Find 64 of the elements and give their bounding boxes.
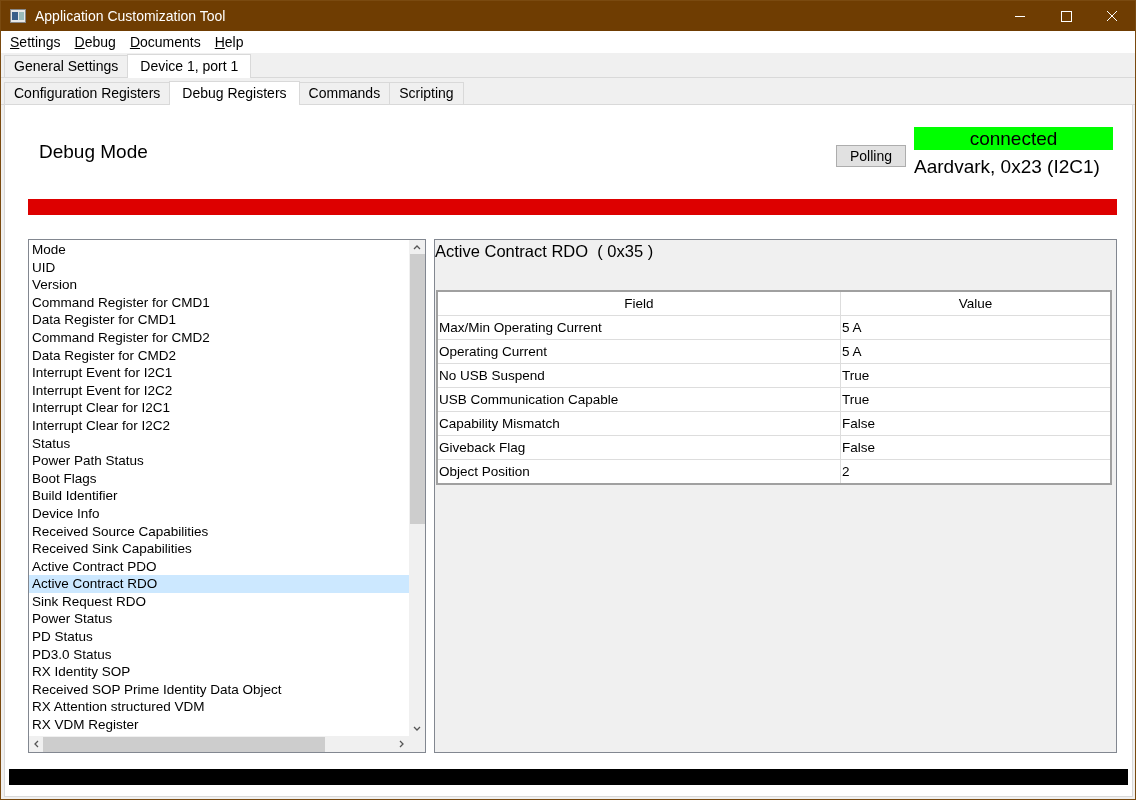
table-cell: 2 <box>840 459 1111 484</box>
list-item[interactable]: Interrupt Event for I2C2 <box>29 381 409 400</box>
list-item[interactable]: PD3.0 Status <box>29 645 409 664</box>
tab[interactable]: Debug Registers <box>169 81 300 105</box>
list-item[interactable]: Command Register for CMD1 <box>29 293 409 312</box>
list-item[interactable]: Interrupt Clear for I2C1 <box>29 399 409 417</box>
app-icon <box>10 9 26 23</box>
list-item[interactable]: UID <box>29 258 409 277</box>
list-item[interactable]: Active Contract PDO <box>29 557 409 576</box>
list-item[interactable]: Boot Flags <box>29 469 409 488</box>
table-cell: Max/Min Operating Current <box>437 315 841 340</box>
list-item[interactable]: Power Status <box>29 610 409 629</box>
list-item[interactable]: Status <box>29 434 409 453</box>
device-label: Aardvark, 0x23 (I2C1) <box>914 155 1101 178</box>
list-item[interactable]: RX VDM Register <box>29 716 409 734</box>
tab[interactable]: Scripting <box>389 82 464 104</box>
menu-item[interactable]: Settings <box>3 34 68 50</box>
list-item[interactable]: RX Attention structured VDM <box>29 698 409 717</box>
register-title: Active Contract RDO ( 0x35 ) <box>435 241 655 262</box>
scroll-thumb[interactable] <box>410 254 425 524</box>
table-cell: 5 A <box>840 339 1111 364</box>
column-header: Field <box>437 291 841 316</box>
menu-item[interactable]: Help <box>207 34 251 50</box>
table-cell: Giveback Flag <box>437 435 841 460</box>
horizontal-scrollbar[interactable] <box>29 736 425 752</box>
tab[interactable]: Configuration Registers <box>4 82 171 104</box>
mode-title: Debug Mode <box>39 141 149 163</box>
window-title: Application Customization Tool <box>35 8 227 24</box>
list-item[interactable]: Received SOP Prime Identity Data Object <box>29 680 409 699</box>
table-cell: True <box>840 363 1111 388</box>
polling-button[interactable]: Polling <box>835 145 906 167</box>
list-item[interactable]: Active Contract RDO <box>29 575 409 593</box>
list-item[interactable]: Build Identifier <box>29 487 409 505</box>
tab[interactable]: Device 1, port 1 <box>127 54 252 78</box>
connection-status: connected <box>914 126 1113 150</box>
list-item[interactable]: Data Register for CMD1 <box>29 311 409 329</box>
list-item[interactable]: Version <box>29 276 409 294</box>
list-item[interactable]: Data Register for CMD2 <box>29 346 409 365</box>
list-item[interactable]: Mode <box>29 241 409 259</box>
table-cell: Capability Mismatch <box>437 411 841 436</box>
list-item[interactable]: RX Identity SOP <box>29 663 409 681</box>
list-item[interactable]: Received Sink Capabilities <box>29 540 409 558</box>
table-cell: False <box>840 435 1111 460</box>
list-item[interactable]: Interrupt Event for I2C1 <box>29 364 409 382</box>
menu-item[interactable]: Debug <box>67 34 123 50</box>
list-item[interactable]: Power Path Status <box>29 452 409 470</box>
table-cell: USB Communication Capable <box>437 387 841 412</box>
list-item[interactable]: Command Register for CMD2 <box>29 328 409 347</box>
column-header: Value <box>840 291 1111 316</box>
table-cell: Operating Current <box>437 339 841 364</box>
list-item[interactable]: Device Info <box>29 504 409 523</box>
list-item[interactable]: Received Source Capabilities <box>29 522 409 541</box>
table-cell: True <box>840 387 1111 412</box>
list-item[interactable]: Interrupt Clear for I2C2 <box>29 416 409 435</box>
scroll-thumb[interactable] <box>43 737 325 752</box>
list-item[interactable]: PD Status <box>29 628 409 646</box>
table-cell: Object Position <box>437 459 841 484</box>
list-item[interactable]: Sink Request RDO <box>29 592 409 611</box>
tab[interactable]: General Settings <box>4 55 129 77</box>
table-cell: 5 A <box>840 315 1111 340</box>
table-cell: No USB Suspend <box>437 363 841 388</box>
vertical-scrollbar[interactable] <box>409 240 425 736</box>
table-cell: False <box>840 411 1111 436</box>
menu-item[interactable]: Documents <box>122 34 208 50</box>
